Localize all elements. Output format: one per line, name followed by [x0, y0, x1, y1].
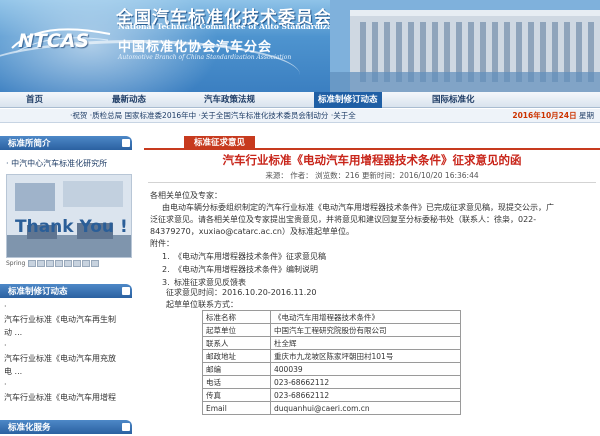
attachment-number: 1. [162, 252, 170, 261]
slide-button[interactable] [82, 260, 91, 267]
table-key: 传真 [202, 388, 271, 402]
site-title-en: National Technical Committee of Auto Sta… [118, 22, 349, 31]
slideshow-label: Spring [6, 260, 26, 267]
main-nav: 首页 最新动态 汽车政策法规 标准制修订动态 国际标准化 [0, 92, 600, 108]
logo-text[interactable]: NTCAS [18, 30, 89, 52]
table-row: Email duquanhui@caeri.com.cn [202, 401, 461, 415]
table-value: 400039 [270, 362, 461, 376]
section-header: 标准征求意见 [144, 136, 600, 150]
table-key: 起草单位 [202, 323, 271, 337]
ticker-item[interactable]: ·祝贺 [70, 111, 87, 120]
list-item[interactable]: 汽车行业标准《电动汽车用充放 [4, 352, 132, 365]
ticker-item[interactable]: ·关于全国汽车标准化技术委员会制动分 [199, 111, 329, 120]
site-subtitle: 中国标准化协会汽车分会 [118, 40, 273, 55]
slide-button[interactable] [37, 260, 46, 267]
divider [148, 182, 596, 183]
header-banner: NTCAS 全国汽车标准化技术委员会 National Technical Co… [0, 0, 600, 92]
attachments-label: 附件： [150, 239, 174, 248]
sidebar-head-service: 标准化服务 [0, 420, 132, 434]
sidebar-head-intro: 标准所简介 [0, 136, 132, 150]
contact-table: 标准名称 《电动汽车用增程器技术条件》 起草单位 中国汽车工程研究院股份有限公司 联… [202, 310, 461, 415]
list-item: · [4, 380, 7, 389]
greeting: 各相关单位及专家： [150, 191, 222, 200]
body-text: 由电动车辆分标委组织制定的汽车行业标准《电动汽车用增程器技术条件》已完成征求意见… [162, 203, 554, 212]
list-item: · [4, 341, 7, 350]
sidebar-head-label: 标准化服务 [8, 423, 51, 433]
attachment-list: 1. 《电动汽车用增程器技术条件》征求意见稿 2. 《电动汽车用增程器技术条件》编制… [162, 250, 326, 289]
building-image [330, 0, 600, 92]
list-item[interactable]: 汽车行业标准《电动汽车再生制 [4, 313, 132, 326]
section-tab[interactable]: 标准征求意见 [184, 136, 256, 150]
intro-link[interactable]: · 中汽中心汽车标准化研究所 [6, 158, 107, 169]
article-title: 汽车行业标准《电动汽车用增程器技术条件》征求意见的函 [222, 153, 522, 167]
attachment-link[interactable]: 《电动汽车用增程器技术条件》征求意见稿 [174, 252, 326, 261]
nav-item-policy[interactable]: 汽车政策法规 [204, 92, 255, 108]
table-key: 邮政地址 [202, 349, 271, 363]
article-meta: 来源： 作者： 浏览数：216 更新时间：2016/10/20 16:36:44 [265, 171, 479, 180]
slide-button[interactable] [64, 260, 73, 267]
sidebar: 标准所简介 · 中汽中心汽车标准化研究所 Thank You ! Spring … [0, 136, 142, 436]
table-value: 023-68662112 [270, 375, 461, 389]
slide-button[interactable] [91, 260, 100, 267]
table-row: 起草单位 中国汽车工程研究院股份有限公司 [202, 323, 461, 337]
article-panel: 标准征求意见 汽车行业标准《电动汽车用增程器技术条件》征求意见的函 来源： 作者… [144, 136, 600, 436]
table-value: 《电动汽车用增程器技术条件》 [270, 310, 461, 324]
slideshow-image[interactable]: Thank You ! [6, 174, 132, 258]
table-row: 邮政地址 重庆市九龙坡区陈家坪朝田村101号 [202, 349, 461, 363]
more-icon[interactable] [122, 287, 130, 295]
attachment-item[interactable]: 1. 《电动汽车用增程器技术条件》征求意见稿 [162, 250, 326, 263]
sidebar-head-label: 标准所简介 [8, 139, 51, 149]
slide-button[interactable] [73, 260, 82, 267]
more-icon[interactable] [122, 423, 130, 431]
nav-item-home[interactable]: 首页 [26, 92, 43, 108]
slide-button[interactable] [28, 260, 37, 267]
table-value: 023-68662112 [270, 388, 461, 402]
weekday-text: 星期 [579, 111, 594, 120]
email-link[interactable]: duquanhui@caeri.com.cn [270, 401, 461, 415]
attachment-link[interactable]: 《电动汽车用增程器技术条件》编制说明 [174, 265, 318, 274]
attachment-number: 2. [162, 265, 170, 274]
table-value: 重庆市九龙坡区陈家坪朝田村101号 [270, 349, 461, 363]
sidebar-head-label: 标准制修订动态 [8, 287, 68, 297]
body-text: 泛征求意见。请各相关单位及专家提出宝贵意见，并将意见和建议回复至分标委秘书处（联… [150, 215, 537, 224]
list-item[interactable]: 动 ... [4, 326, 132, 339]
current-date: 2016年10月24日 星期 [512, 109, 594, 123]
table-row: 电话 023-68662112 [202, 375, 461, 389]
slideshow-controls: Spring [6, 260, 132, 269]
comment-period: 征求意见时间：2016.10.20-2016.11.20 [166, 288, 317, 297]
ticker-item[interactable]: ·质检总局 国家标准委2016年中 [90, 111, 196, 120]
attachment-item[interactable]: 2. 《电动汽车用增程器技术条件》编制说明 [162, 263, 326, 276]
news-ticker: ·祝贺 ·质检总局 国家标准委2016年中 ·关于全国汽车标准化技术委员会制动分… [0, 109, 600, 123]
slide-button[interactable] [55, 260, 64, 267]
table-value: 中国汽车工程研究院股份有限公司 [270, 323, 461, 337]
ticker-item[interactable]: ·关于全 [331, 111, 356, 120]
slideshow-caption: Thank You ! [15, 217, 128, 237]
slide-button[interactable] [46, 260, 55, 267]
standards-list: · 汽车行业标准《电动汽车再生制 动 ... · 汽车行业标准《电动汽车用充放 … [4, 300, 132, 404]
list-item: · [4, 302, 7, 311]
more-icon[interactable] [122, 139, 130, 147]
table-key: Email [202, 401, 271, 415]
date-text: 2016年10月24日 [512, 111, 577, 120]
table-row: 传真 023-68662112 [202, 388, 461, 402]
body-text: 84379270，xuxiao@catarc.ac.cn）及标准起草单位。 [150, 227, 354, 236]
table-key: 标准名称 [202, 310, 271, 324]
site-subtitle-en: Automotive Branch of China Standardizati… [118, 54, 292, 61]
attachment-link[interactable]: 标准征求意见反馈表 [174, 278, 246, 287]
list-item[interactable]: 电 ... [4, 365, 132, 378]
table-key: 联系人 [202, 336, 271, 350]
table-row: 标准名称 《电动汽车用增程器技术条件》 [202, 310, 461, 324]
sidebar-head-standards: 标准制修订动态 [0, 284, 132, 298]
table-row: 联系人 杜全辉 [202, 336, 461, 350]
nav-item-international[interactable]: 国际标准化 [432, 92, 475, 108]
table-key: 邮编 [202, 362, 271, 376]
table-key: 电话 [202, 375, 271, 389]
nav-item-standards[interactable]: 标准制修订动态 [314, 92, 382, 108]
table-value: 杜全辉 [270, 336, 461, 350]
nav-item-news[interactable]: 最新动态 [112, 92, 146, 108]
list-item[interactable]: 汽车行业标准《电动汽车用增程 [4, 391, 132, 404]
table-row: 邮编 400039 [202, 362, 461, 376]
ticker-text: ·祝贺 ·质检总局 国家标准委2016年中 ·关于全国汽车标准化技术委员会制动分… [70, 109, 356, 123]
